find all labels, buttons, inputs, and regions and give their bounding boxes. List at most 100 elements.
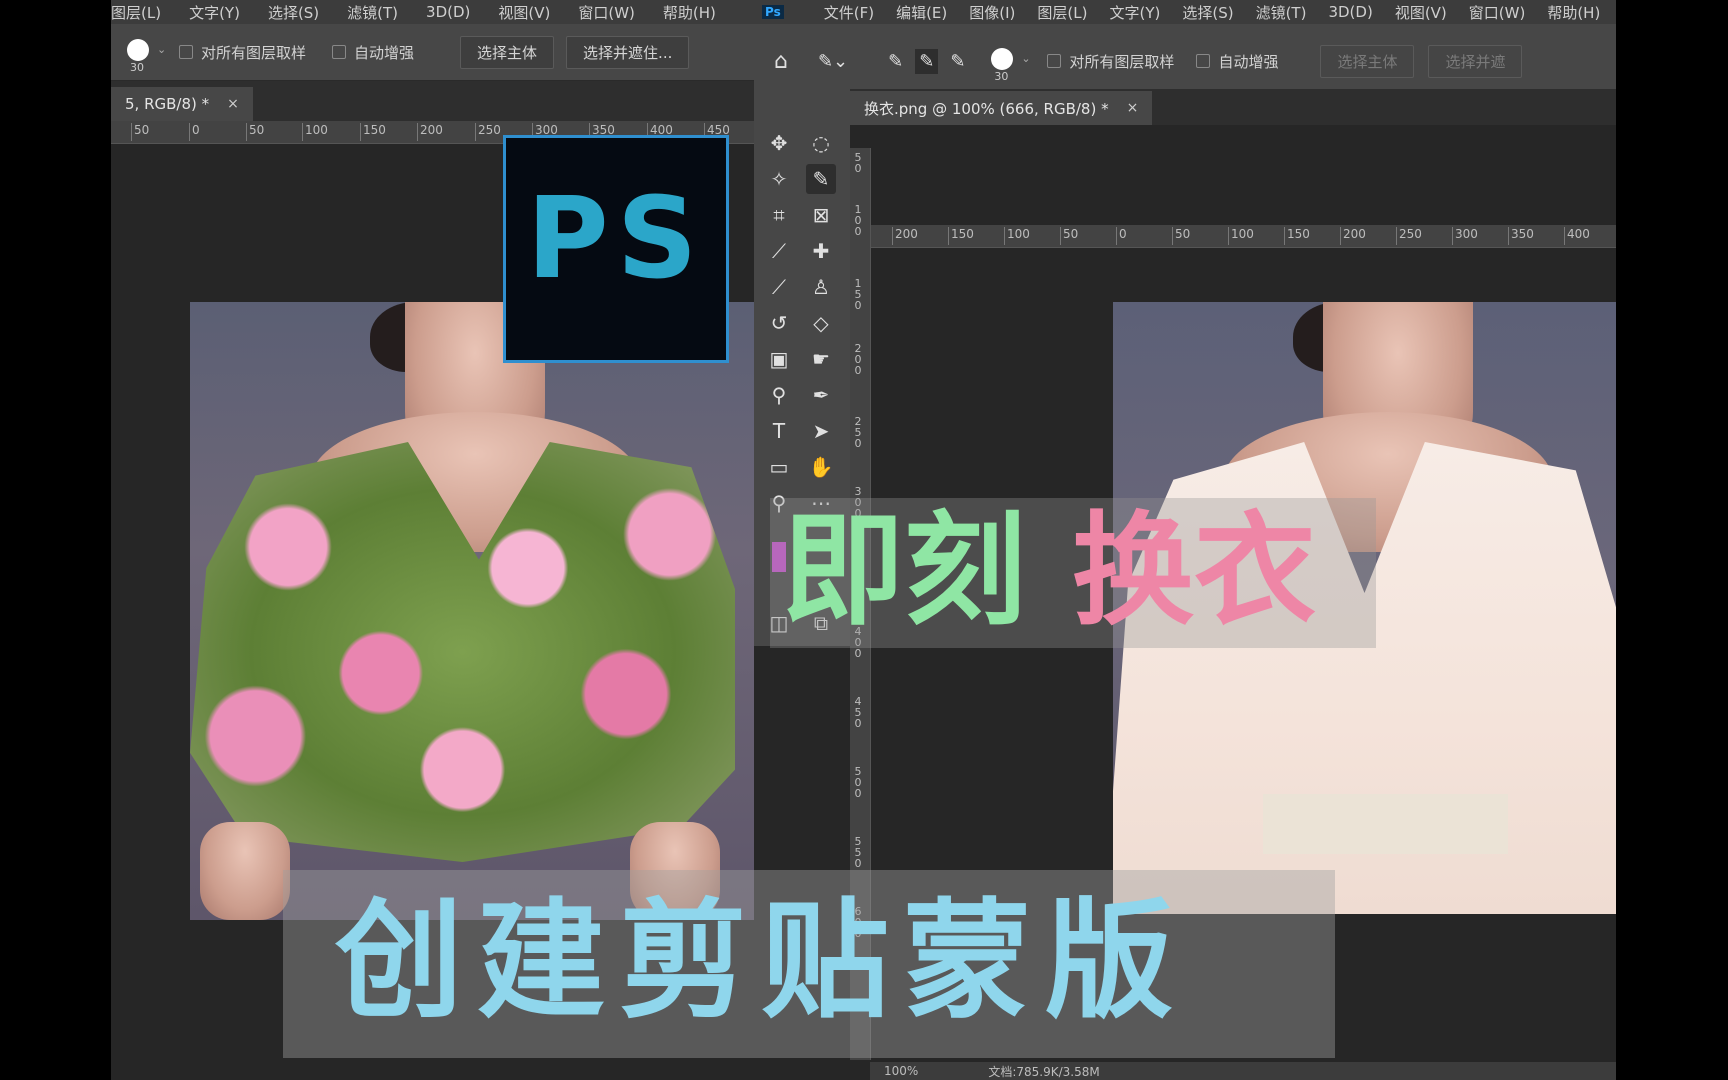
sample-all-layers-checkbox[interactable]: 对所有图层取样 [179,42,306,63]
menu-window[interactable]: 窗口(W) [1469,2,1526,23]
status-document-size: 文档:785.9K/3.58M [988,1064,1100,1079]
healing-icon[interactable]: ✚ [806,236,836,266]
right-document-tab[interactable]: 换衣.png @ 100% (666, RGB/8) * × [850,91,1153,125]
select-and-mask-button[interactable]: 选择并遮住... [566,35,690,69]
menu-type[interactable]: 文字(Y) [1109,2,1160,23]
ruler-tick: 550 [854,835,862,870]
quick-select-preset-icon[interactable]: ✎⌄ [818,51,848,72]
ruler-tick: 100 [1228,227,1254,245]
left-tab-bar: 5, RGB/8) * × [111,81,754,121]
auto-enhance-label: 自动增强 [354,43,415,62]
right-letterbox [1616,0,1728,1080]
left-hand [200,822,290,920]
auto-enhance-checkbox[interactable]: 自动增强 [332,42,414,63]
menu-select[interactable]: 选择(S) [268,2,319,23]
caption-create-clipping-mask: 创建剪贴蒙版 [283,870,1335,1058]
left-canvas-image[interactable] [190,302,754,920]
ps-app-icon[interactable]: Ps [762,5,784,19]
home-icon[interactable]: ⌂ [774,49,788,74]
select-subject-button[interactable]: 选择主体 [460,35,555,69]
tab-title: 换衣.png @ 100% (666, RGB/8) * [864,99,1109,118]
smudge-icon[interactable]: ☛ [806,344,836,374]
menu-help[interactable]: 帮助(H) [1547,2,1600,23]
chevron-down-icon: ⌄ [157,43,167,56]
subtract-from-selection-icon[interactable]: ✎ [950,51,965,72]
caption-instant-change: 即刻 换衣 [770,498,1376,648]
ruler-tick: 450 [854,695,862,730]
left-document-tab[interactable]: 5, RGB/8) * × [111,87,253,121]
hand-icon[interactable]: ✋ [806,452,836,482]
menu-file[interactable]: 文件(F) [824,2,874,23]
ruler-tick: 250 [475,123,501,141]
ruler-tick: 50 [854,151,862,175]
menu-filter[interactable]: 滤镜(T) [1256,2,1307,23]
menu-layer[interactable]: 图层(L) [111,2,161,23]
crop-icon[interactable]: ⌗ [764,200,794,230]
quick-select-icon[interactable]: ✎ [806,164,836,194]
rectangle-icon[interactable]: ▭ [764,452,794,482]
eyedropper-icon[interactable]: ⟋ [764,236,794,266]
stamp-icon[interactable]: ♙ [806,272,836,302]
left-menubar: 图层(L) 文字(Y) 选择(S) 滤镜(T) 3D(D) 视图(V) 窗口(W… [111,0,754,24]
brush-icon[interactable]: ⟋ [764,272,794,302]
status-zoom: 100% [884,1064,919,1078]
menu-3d[interactable]: 3D(D) [426,3,470,21]
pen-icon[interactable]: ✒ [806,380,836,410]
brush-size-value: 30 [130,61,144,74]
ruler-tick: 100 [854,203,862,238]
menu-filter[interactable]: 滤镜(T) [347,2,398,23]
ruler-tick: 150 [1284,227,1310,245]
checkbox-icon [1047,54,1062,68]
photoshop-logo: PS [503,135,729,363]
ruler-tick: 200 [892,227,918,245]
menu-window[interactable]: 窗口(W) [578,2,635,23]
caption-create-clipping-mask-text: 创建剪贴蒙版 [335,887,1188,1036]
menu-view[interactable]: 视图(V) [498,2,550,23]
ruler-tick: 400 [1564,227,1590,245]
close-icon[interactable]: × [1127,100,1139,116]
ruler-tick: 200 [854,342,862,377]
frame-icon[interactable]: ⊠ [806,200,836,230]
ruler-tick: 150 [360,123,386,141]
brush-preview-icon [127,39,149,61]
path-select-icon[interactable]: ➤ [806,416,836,446]
menu-3d[interactable]: 3D(D) [1328,3,1372,21]
chevron-down-icon: ⌄ [1021,52,1031,65]
new-selection-icon[interactable]: ✎ [888,51,903,72]
checkbox-icon [332,45,347,59]
menu-view[interactable]: 视图(V) [1395,2,1447,23]
select-subject-button[interactable]: 选择主体 [1320,44,1415,78]
marquee-icon[interactable]: ◌ [806,128,836,158]
brush-size-value: 30 [994,70,1009,83]
ruler-tick: 0 [1116,227,1127,245]
dodge-icon[interactable]: ⚲ [764,380,794,410]
menu-select[interactable]: 选择(S) [1182,2,1233,23]
ruler-tick: 50 [1172,227,1190,245]
move-icon[interactable]: ✥ [764,128,794,158]
sample-all-layers-checkbox[interactable]: 对所有图层取样 [1047,51,1174,72]
lasso-icon[interactable]: ✧ [764,164,794,194]
brush-size-picker[interactable]: 30 ⌄ [127,39,166,74]
close-icon[interactable]: × [227,96,239,112]
history-brush-icon[interactable]: ↺ [764,308,794,338]
logo-text: PS [526,174,706,304]
dress-belt [1263,794,1508,854]
sample-all-layers-label: 对所有图层取样 [201,43,307,62]
menu-layer[interactable]: 图层(L) [1037,2,1087,23]
menu-image[interactable]: 图像(I) [969,2,1015,23]
brush-size-picker[interactable]: 30 ⌄ [991,48,1031,83]
tab-title: 5, RGB/8) * [125,95,210,113]
caption-instant-part1: 即刻 [782,500,1026,642]
menu-help[interactable]: 帮助(H) [663,2,716,23]
menu-edit[interactable]: 编辑(E) [896,2,947,23]
right-horizontal-ruler: 200 150 100 50 0 50 100 150 200 250 300 … [850,225,1616,248]
auto-enhance-checkbox[interactable]: 自动增强 [1196,51,1278,72]
right-tab-bar: 换衣.png @ 100% (666, RGB/8) * × [850,89,1616,125]
ruler-tick: 150 [854,277,862,312]
menu-type[interactable]: 文字(Y) [189,2,240,23]
type-icon[interactable]: T [764,416,794,446]
eraser-icon[interactable]: ◇ [806,308,836,338]
select-and-mask-button[interactable]: 选择并遮 [1428,44,1523,78]
gradient-icon[interactable]: ▣ [764,344,794,374]
add-to-selection-icon[interactable]: ✎ [915,48,939,74]
